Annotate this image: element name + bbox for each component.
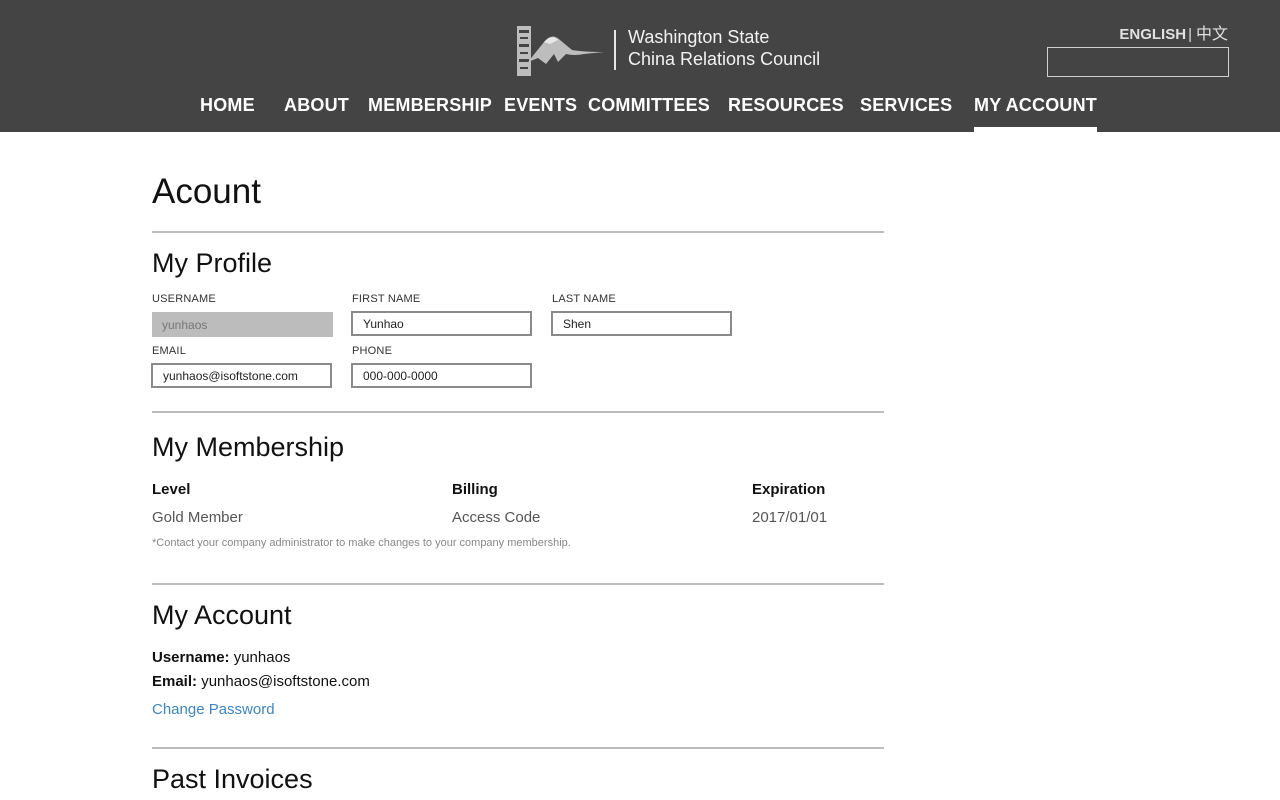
divider: [152, 231, 884, 233]
invoices-section-title: Past Invoices: [152, 764, 313, 794]
nav-committees[interactable]: COMMITTEES: [588, 94, 710, 132]
email-label: EMAIL: [152, 345, 187, 357]
membership-expiration-label: Expiration: [752, 481, 826, 498]
membership-level-label: Level: [152, 481, 191, 498]
logo-line-1: Washington State: [628, 27, 770, 47]
lang-chinese-link[interactable]: 中文: [1196, 26, 1228, 43]
first-name-label: FIRST NAME: [352, 293, 421, 305]
last-name-label: LAST NAME: [552, 293, 616, 305]
divider: [152, 747, 884, 749]
account-section-title: My Account: [152, 600, 292, 630]
account-username-label: Username:: [152, 649, 230, 666]
nav-home[interactable]: HOME: [200, 94, 255, 132]
membership-note: *Contact your company administrator to m…: [152, 537, 571, 549]
logo-divider: [614, 30, 616, 70]
membership-billing-label: Billing: [452, 481, 498, 498]
account-username-row: Username: yunhaos: [152, 649, 290, 666]
logo-line-2: China Relations Council: [628, 49, 821, 69]
search-input[interactable]: [1047, 47, 1229, 77]
email-field[interactable]: [151, 363, 332, 388]
logo-wordmark[interactable]: Washington State China Relations Council: [628, 26, 820, 70]
lang-separator: |: [1188, 26, 1192, 43]
last-name-field[interactable]: [551, 311, 732, 336]
profile-section-title: My Profile: [152, 248, 273, 278]
nav-my-account[interactable]: MY ACCOUNT: [974, 94, 1097, 132]
nav-resources[interactable]: RESOURCES: [728, 94, 844, 132]
phone-field[interactable]: [351, 363, 532, 388]
membership-section-title: My Membership: [152, 432, 345, 462]
nav-services[interactable]: SERVICES: [860, 94, 952, 132]
account-username-value: yunhaos: [233, 649, 291, 666]
first-name-field[interactable]: [351, 311, 532, 336]
mountain-logo-icon: [517, 26, 604, 76]
membership-expiration-value: 2017/01/01: [752, 509, 828, 526]
lang-english-link[interactable]: ENGLISH: [1119, 26, 1186, 43]
username-field: [152, 312, 333, 337]
change-password-link[interactable]: Change Password: [152, 701, 275, 718]
nav-events[interactable]: EVENTS: [504, 94, 577, 132]
account-email-value: yunhaos@isoftstone.com: [201, 673, 370, 690]
page-title: Acount: [152, 172, 261, 211]
membership-level-value: Gold Member: [152, 509, 243, 526]
divider: [152, 411, 884, 413]
site-header: Washington State China Relations Council…: [0, 0, 1280, 132]
nav-membership[interactable]: MEMBERSHIP: [368, 94, 492, 132]
phone-label: PHONE: [352, 345, 393, 357]
nav-about[interactable]: ABOUT: [284, 94, 349, 132]
language-switcher: ENGLISH | 中文: [1119, 20, 1228, 44]
account-email-label: Email:: [152, 673, 198, 690]
username-label: USERNAME: [152, 293, 216, 305]
membership-billing-value: Access Code: [452, 509, 541, 526]
account-email-row: Email: yunhaos@isoftstone.com: [152, 673, 370, 690]
divider: [152, 583, 884, 585]
logo-mark[interactable]: [514, 24, 606, 78]
main-nav: HOME ABOUT MEMBERSHIP EVENTS COMMITTEES …: [0, 94, 1280, 132]
